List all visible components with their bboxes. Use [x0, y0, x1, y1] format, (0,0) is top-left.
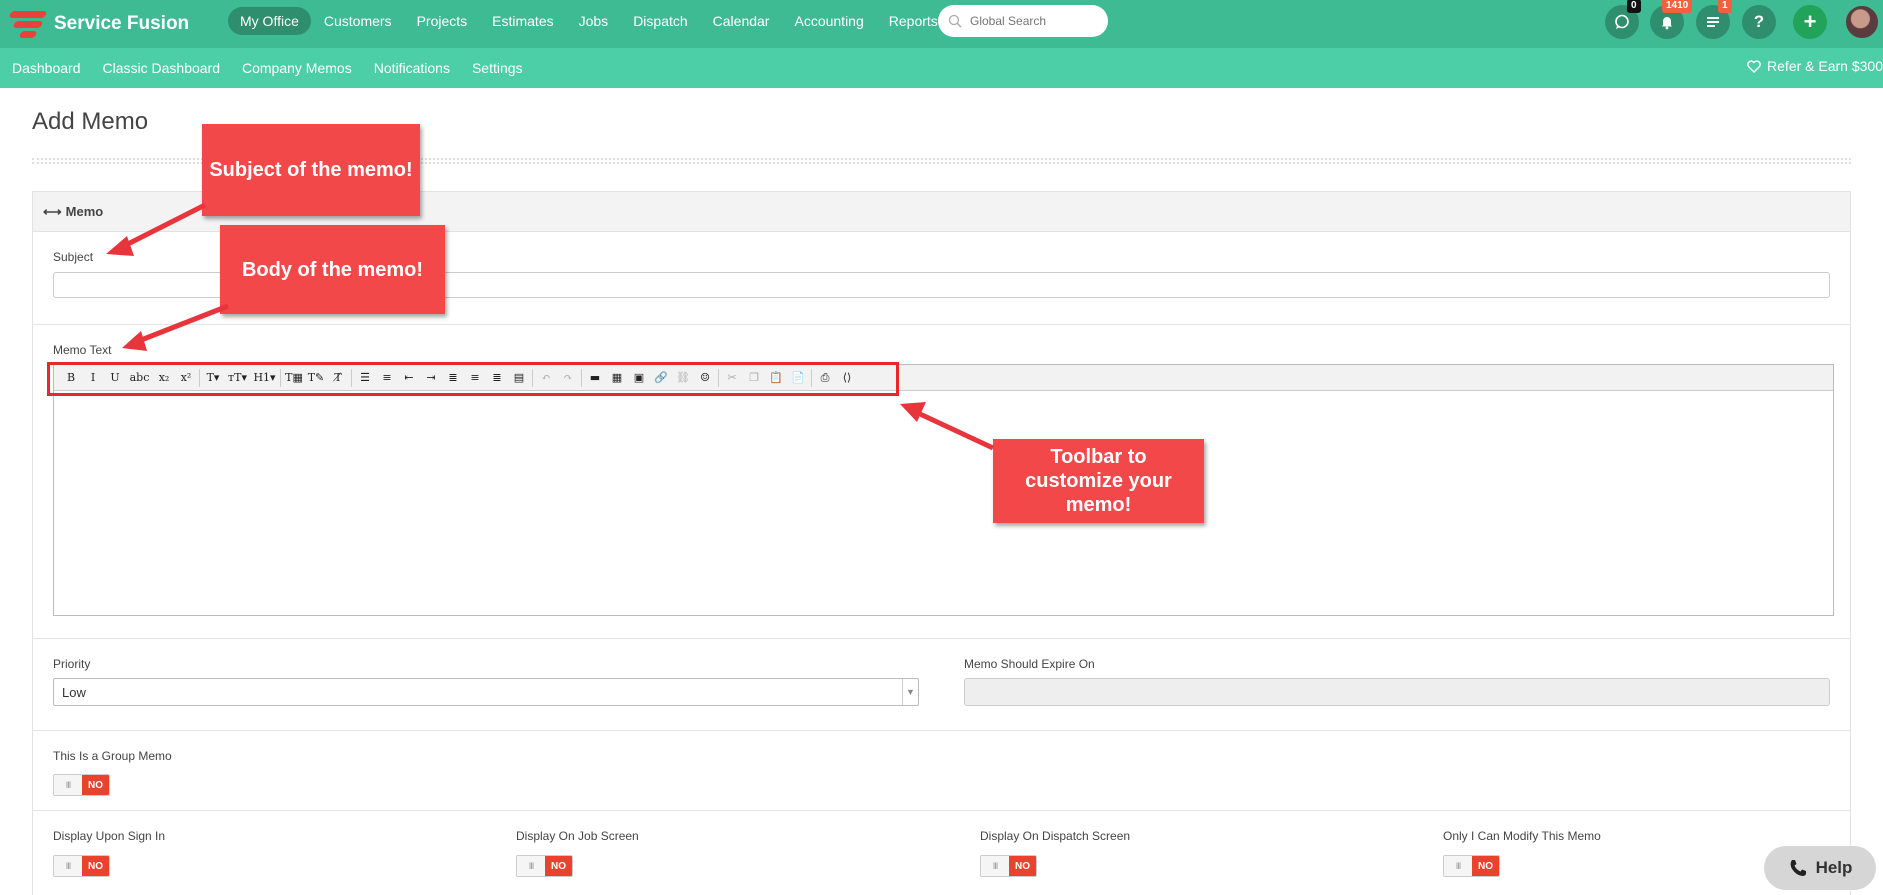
- option-toggle[interactable]: III NO: [53, 855, 110, 877]
- main-nav: My Office Customers Projects Estimates Jobs D…: [228, 6, 951, 36]
- option-label: Only I Can Modify This Memo: [1443, 829, 1601, 843]
- section-divider: [32, 638, 1851, 639]
- toggle-state: NO: [1009, 856, 1036, 876]
- priority-value: Low: [62, 684, 86, 700]
- subnav-notifications[interactable]: Notifications: [374, 60, 450, 76]
- option-label: Display On Dispatch Screen: [980, 829, 1131, 843]
- search-input[interactable]: [970, 14, 1090, 28]
- option-toggle[interactable]: III NO: [1443, 855, 1500, 877]
- subnav-settings[interactable]: Settings: [472, 60, 523, 76]
- group-memo-toggle[interactable]: III NO: [53, 774, 110, 796]
- toolbar-annotation: Toolbar to customize your memo!: [993, 439, 1204, 523]
- memo-text-editor[interactable]: B I Uabc x₂ x² T▾ тT▾ H1▾ T▦ T✎ T̸ ☰ ≡ ⇤ ⇥ ≣ ≡ ≣ ▤ ↶ ↷ ▬ ▦ ▣ 🔗 ⛓ ☺…: [53, 364, 1834, 616]
- list-icon: [1707, 17, 1719, 27]
- group-memo-label: This Is a Group Memo: [53, 749, 172, 763]
- subnav-classic-dashboard[interactable]: Classic Dashboard: [103, 60, 221, 76]
- add-new-button[interactable]: +: [1793, 5, 1827, 39]
- help-icon: ?: [1753, 12, 1765, 31]
- priority-label: Priority: [53, 657, 91, 671]
- nav-calendar[interactable]: Calendar: [701, 7, 782, 35]
- avatar[interactable]: [1844, 4, 1880, 40]
- chevron-down-icon: ▼: [902, 679, 918, 705]
- nav-dispatch[interactable]: Dispatch: [621, 7, 699, 35]
- help-button[interactable]: Help: [1764, 846, 1876, 890]
- toggle-knob: III: [54, 775, 82, 795]
- expire-label: Memo Should Expire On: [964, 657, 1095, 671]
- logo[interactable]: Service Fusion: [8, 6, 190, 42]
- subnav-dashboard[interactable]: Dashboard: [12, 60, 81, 76]
- nav-my-office[interactable]: My Office: [228, 7, 311, 35]
- nav-accounting[interactable]: Accounting: [782, 7, 875, 35]
- toggle-knob: III: [981, 856, 1009, 876]
- chat-button[interactable]: 0: [1605, 0, 1641, 39]
- subject-annotation: Subject of the memo!: [202, 124, 420, 216]
- option-label: Display On Job Screen: [516, 829, 639, 843]
- expire-date-input[interactable]: [964, 678, 1830, 706]
- memo-text-label: Memo Text: [53, 343, 112, 357]
- toggle-knob: III: [54, 856, 82, 876]
- refer-earn-link[interactable]: Refer & Earn $300: [1747, 58, 1883, 74]
- toggle-knob: III: [1444, 856, 1472, 876]
- nav-jobs[interactable]: Jobs: [567, 7, 621, 35]
- heart-icon: [1747, 59, 1761, 73]
- expand-arrows-icon: ⟷: [43, 203, 62, 219]
- body-annotation: Body of the memo!: [220, 225, 445, 314]
- option-label: Display Upon Sign In: [53, 829, 166, 843]
- priority-select[interactable]: Low ▼: [53, 678, 919, 706]
- toggle-state: NO: [82, 856, 109, 876]
- top-navigation-bar: Service Fusion My Office Customers Project…: [0, 0, 1883, 48]
- chat-icon: [1615, 14, 1629, 29]
- service-fusion-logo-icon: [8, 7, 50, 41]
- panel-title: Memo: [65, 204, 104, 219]
- toggle-knob: III: [517, 856, 545, 876]
- toggle-state: NO: [545, 856, 572, 876]
- nav-estimates[interactable]: Estimates: [480, 7, 565, 35]
- bell-icon: [1662, 17, 1672, 30]
- brand-name: Service Fusion: [54, 13, 190, 34]
- notifications-button[interactable]: 1410: [1650, 0, 1693, 39]
- section-divider: [32, 730, 1851, 731]
- subnav-company-memos[interactable]: Company Memos: [242, 60, 352, 76]
- option-toggle[interactable]: III NO: [516, 855, 573, 877]
- help-label: Help: [1815, 858, 1853, 877]
- option-toggle[interactable]: III NO: [980, 855, 1037, 877]
- plus-icon: +: [1803, 9, 1817, 34]
- editor-body[interactable]: [54, 391, 1833, 615]
- tasks-button[interactable]: 1: [1696, 0, 1732, 39]
- chat-badge: 0: [1627, 0, 1641, 13]
- refer-label: Refer & Earn $300: [1767, 58, 1883, 74]
- nav-customers[interactable]: Customers: [312, 7, 404, 35]
- tasks-badge: 1: [1718, 0, 1732, 13]
- toggle-state: NO: [82, 775, 109, 795]
- page-title: Add Memo: [32, 108, 149, 135]
- phone-icon: [1790, 860, 1806, 876]
- nav-projects[interactable]: Projects: [405, 7, 480, 35]
- secondary-nav: Dashboard Classic Dashboard Company Memos N…: [0, 48, 1883, 88]
- toolbar-highlight: [47, 362, 899, 396]
- notifications-badge: 1410: [1662, 0, 1693, 13]
- section-divider: [32, 810, 1851, 811]
- search-icon: [948, 14, 962, 28]
- section-divider: [32, 324, 1851, 325]
- global-search[interactable]: [938, 5, 1108, 37]
- help-menu-button[interactable]: ?: [1742, 5, 1776, 39]
- toggle-state: NO: [1472, 856, 1499, 876]
- subject-label: Subject: [53, 250, 94, 264]
